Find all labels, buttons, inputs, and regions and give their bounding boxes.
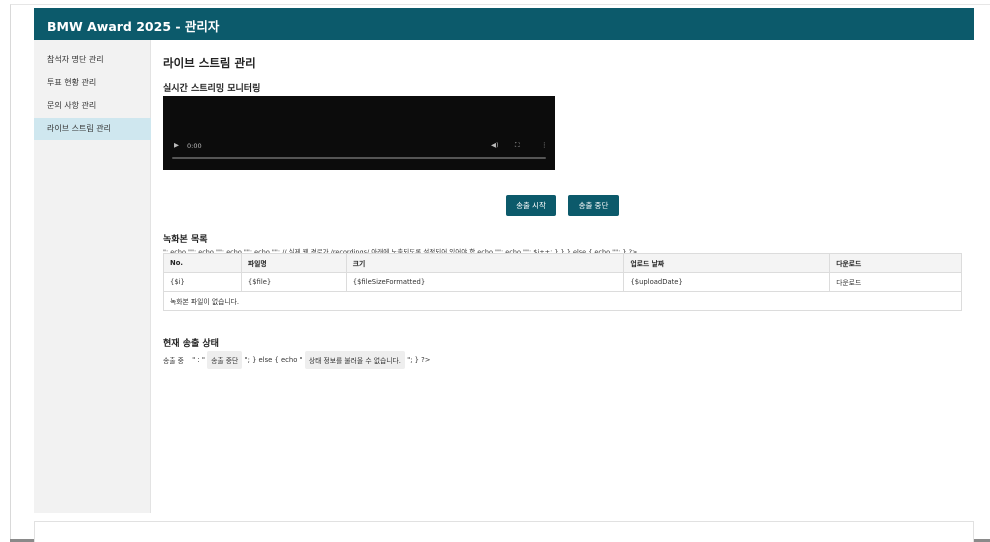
fullscreen-icon[interactable]: ⛶: [515, 141, 520, 150]
stop-stream-button[interactable]: 송출 중단: [568, 195, 619, 216]
status-chip-error: 상태 정보를 불러올 수 없습니다.: [304, 351, 405, 369]
table-header-row: No. 파일명 크기 업로드 날짜 다운로드: [163, 253, 962, 273]
status-prefix: 송출 중: [163, 357, 184, 365]
column-header-download: 다운로드: [829, 253, 962, 273]
status-section-title: 현재 송출 상태: [163, 339, 219, 349]
status-code-part-3: "; } ?>: [407, 356, 431, 364]
video-time: 0:00: [187, 142, 202, 150]
main-content: 라이브 스트림 관리 실시간 스트리밍 모니터링 ▶ 0:00 ◀) ⛶ ⋮ 송…: [163, 40, 963, 513]
sidebar: 참석자 명단 관리 투표 현황 관리 문의 사항 관리 라이브 스트림 관리: [34, 40, 151, 513]
table-row: {$i} {$file} {$fileSizeFormatted} {$uplo…: [163, 272, 962, 292]
sidebar-item-votes[interactable]: 투표 현황 관리: [34, 72, 151, 94]
sidebar-item-inquiries[interactable]: 문의 사항 관리: [34, 95, 151, 117]
play-icon[interactable]: ▶: [174, 141, 179, 149]
admin-app: BMW Award 2025 - 관리자 참석자 명단 관리 투표 현황 관리 …: [34, 8, 974, 542]
cell-size: {$fileSizeFormatted}: [345, 272, 625, 292]
recordings-section-title: 녹화본 목록: [163, 235, 208, 245]
monitor-section-title: 실시간 스트리밍 모니터링: [163, 84, 261, 94]
start-stream-button[interactable]: 송출 시작: [506, 195, 556, 216]
video-progress-bar[interactable]: [172, 157, 546, 159]
more-options-icon[interactable]: ⋮: [541, 141, 548, 149]
cell-filename: {$file}: [240, 272, 347, 292]
top-header: BMW Award 2025 - 관리자: [34, 8, 974, 40]
column-header-filename: 파일명: [240, 253, 347, 273]
volume-icon[interactable]: ◀): [491, 141, 499, 149]
download-link[interactable]: 다운로드: [829, 272, 962, 292]
footer-box: [34, 521, 974, 542]
column-header-no: No.: [163, 253, 242, 273]
cell-upload-date: {$uploadDate}: [623, 272, 831, 292]
status-line: 송출 중 " : " 송출 중단 "; } else { echo " 상태 정…: [163, 351, 430, 371]
empty-message: 녹화본 파일이 없습니다.: [163, 291, 962, 311]
sidebar-item-live-stream[interactable]: 라이브 스트림 관리: [34, 118, 151, 140]
video-player[interactable]: ▶ 0:00 ◀) ⛶ ⋮: [163, 96, 555, 170]
column-header-upload-date: 업로드 날짜: [623, 253, 831, 273]
table-row-empty: 녹화본 파일이 없습니다.: [163, 291, 962, 311]
app-title: BMW Award 2025 - 관리자: [47, 19, 220, 34]
status-code-part-1: " : ": [192, 356, 205, 364]
cell-no: {$i}: [163, 272, 242, 292]
column-header-size: 크기: [345, 253, 625, 273]
page-title: 라이브 스트림 관리: [163, 56, 256, 70]
status-code-part-2: "; } else { echo ": [244, 356, 303, 364]
recordings-table: No. 파일명 크기 업로드 날짜 다운로드 {$i} {$file} {$fi…: [163, 253, 962, 311]
status-chip-stopped: 송출 중단: [207, 351, 243, 369]
sidebar-item-attendees[interactable]: 참석자 명단 관리: [34, 49, 151, 71]
